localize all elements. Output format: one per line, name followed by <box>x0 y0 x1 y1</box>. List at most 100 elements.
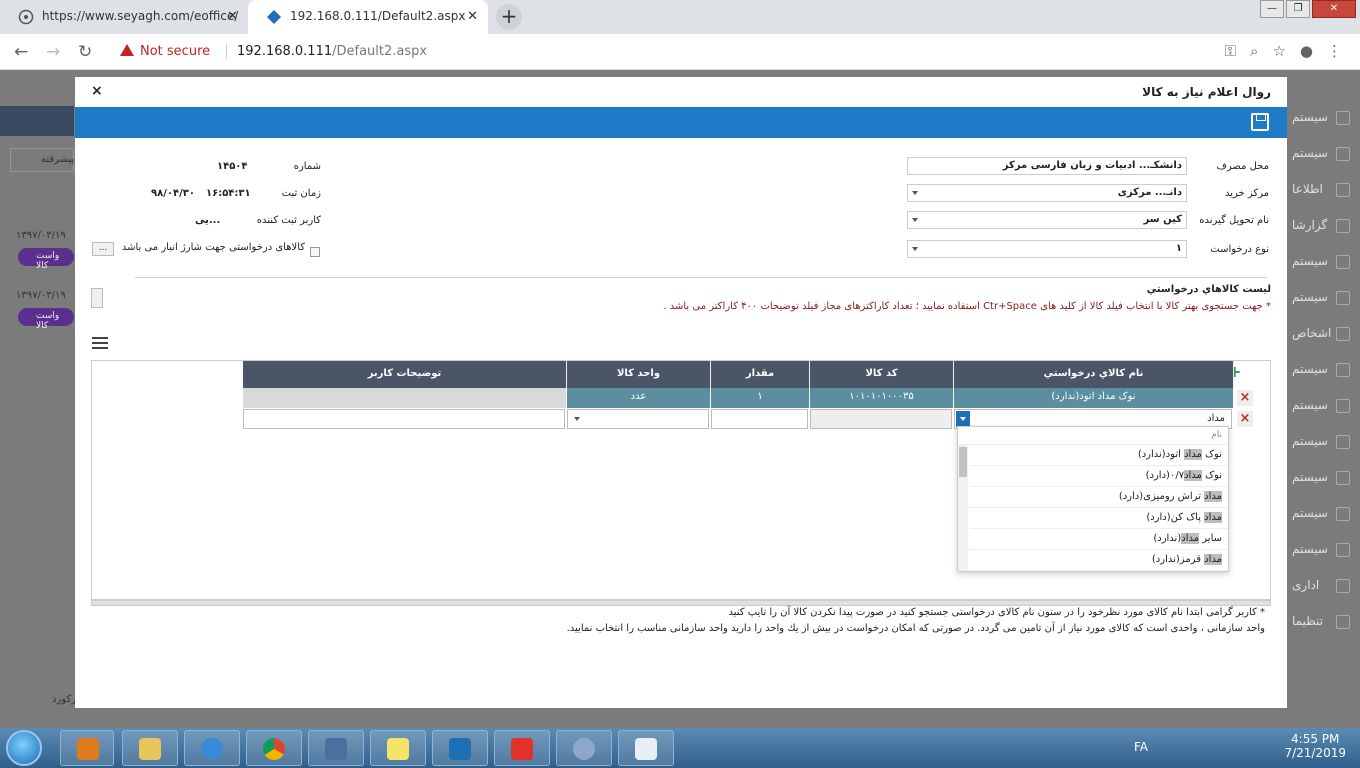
sidebar-item[interactable]: سیستم <box>1288 496 1360 532</box>
module-icon <box>1336 183 1350 197</box>
sidebar-item[interactable]: اطلاعا <box>1288 172 1360 208</box>
scroll-thumb[interactable] <box>959 447 967 477</box>
module-icon <box>1336 111 1350 125</box>
usage-field[interactable]: دانشکـ... ادبیات و زبان فارسی مرکز <box>907 157 1187 175</box>
time-date: ۹۸/۰۴/۳۰ <box>151 188 195 199</box>
clock-time: 4:55 PM <box>1291 732 1340 746</box>
column-header-unit[interactable]: واحد کالا <box>567 361 711 388</box>
back-icon[interactable]: ← <box>14 42 28 62</box>
forward-icon[interactable]: → <box>46 42 60 62</box>
advanced-search-button[interactable]: پیشرفته <box>10 148 74 172</box>
module-icon <box>1336 147 1350 161</box>
type-select[interactable]: ۱ <box>907 240 1187 258</box>
minimize-button[interactable]: — <box>1260 0 1284 18</box>
close-tab-icon[interactable]: ✕ <box>227 9 238 24</box>
row2-unit-select[interactable] <box>567 409 709 429</box>
grid-horizontal-scrollbar[interactable] <box>91 600 1271 606</box>
charge-checkbox[interactable] <box>310 247 320 257</box>
zoom-icon[interactable]: ⌕ <box>1250 42 1258 60</box>
sidebar-item[interactable]: گزارشا <box>1288 208 1360 244</box>
autocomplete-option[interactable]: مداد پاک کن(دارد) <box>970 508 1228 529</box>
profile-icon[interactable]: ● <box>1300 42 1313 60</box>
taskbar-notes[interactable] <box>370 730 426 766</box>
autocomplete-option[interactable]: نوک مداد۰/۷(دارد) <box>970 466 1228 487</box>
taskbar-window[interactable] <box>618 730 674 766</box>
taskbar-paint[interactable] <box>556 730 612 766</box>
footer-note-1: * کاربر گرامی ابتدا نام کالای مورد نظرخو… <box>728 607 1265 618</box>
dots-button[interactable]: ... <box>92 242 114 256</box>
row2-notes-input[interactable] <box>243 409 565 429</box>
omnibox[interactable]: Not secure 192.168.0.111/Default2.aspx <box>108 38 1288 66</box>
window-close-button[interactable]: ✕ <box>1312 0 1356 18</box>
autocomplete-option[interactable]: سایر مداد(ندارد) <box>970 529 1228 550</box>
sidebar-item[interactable]: اداری <box>1288 568 1360 604</box>
modal-close-button[interactable]: × <box>91 83 103 99</box>
save-icon[interactable] <box>1251 113 1269 131</box>
row1-unit[interactable]: عدد <box>567 388 711 408</box>
row1-notes[interactable] <box>243 388 567 408</box>
sidebar-item[interactable]: سیستم <box>1288 244 1360 280</box>
taskbar-ie[interactable] <box>184 730 240 766</box>
sidebar-item[interactable]: سیستم <box>1288 532 1360 568</box>
delete-row-icon[interactable]: × <box>1237 390 1253 406</box>
column-header-code[interactable]: کد کالا <box>810 361 954 388</box>
autocomplete-scrollbar[interactable] <box>958 445 968 571</box>
row1-code[interactable]: ۱۰۱۰۱۰۱۰۰۰۳۵ <box>810 388 954 408</box>
start-button[interactable] <box>6 730 42 766</box>
clock-date: 7/21/2019 <box>1284 746 1346 760</box>
autocomplete-option[interactable]: نوک مداد اتود(ندارد) <box>970 445 1228 466</box>
new-tab-button[interactable]: + <box>496 4 522 30</box>
module-icon <box>1336 291 1350 305</box>
sidebar-item[interactable]: سیستم <box>1288 280 1360 316</box>
column-header-item-name[interactable]: نام كالاي درخواستي <box>954 361 1234 388</box>
receiver-select[interactable]: کین سر <box>907 211 1187 229</box>
delete-row-icon[interactable]: × <box>1237 411 1253 427</box>
module-icon <box>1336 399 1350 413</box>
sidebar-item[interactable]: سیستم <box>1288 424 1360 460</box>
taskbar-remote[interactable] <box>308 730 364 766</box>
chevron-down-icon <box>912 191 918 195</box>
browser-tabbar: https://www.seyagh.com/eoffice/ ✕ 192.16… <box>0 0 1360 34</box>
sidebar-item[interactable]: تنظیما <box>1288 604 1360 640</box>
sidebar-item[interactable]: سیستم <box>1288 460 1360 496</box>
language-indicator[interactable]: FA <box>1134 740 1148 754</box>
sidebar-item[interactable]: سیستم <box>1288 100 1360 136</box>
sidebar-item[interactable]: اشخاص <box>1288 316 1360 352</box>
row1-item-name[interactable]: نوک مداد اتود(ندارد) <box>954 388 1234 408</box>
reload-icon[interactable]: ↻ <box>78 42 92 62</box>
item-dropdown-button[interactable] <box>956 411 970 427</box>
column-header-quantity[interactable]: مقدار <box>711 361 810 388</box>
side-toggle-button[interactable] <box>91 288 103 308</box>
row2-code-input <box>810 409 952 429</box>
row2-quantity-input[interactable] <box>711 409 808 429</box>
taskbar-app[interactable] <box>432 730 488 766</box>
time-clock: ۱۶:۵۴:۳۱ <box>206 188 251 199</box>
taskbar-media-player[interactable] <box>60 730 114 766</box>
autocomplete-option[interactable]: مداد قرمز(ندارد) <box>970 550 1228 571</box>
sidebar-item[interactable]: سیستم <box>1288 388 1360 424</box>
taskbar-chrome[interactable] <box>246 730 302 766</box>
column-header-notes[interactable]: توضیحات کاربر <box>243 361 567 388</box>
not-secure-indicator[interactable]: Not secure <box>120 44 210 59</box>
hamburger-menu-icon[interactable] <box>92 337 108 349</box>
list-date: ۱۳۹۷/۰۳/۱۹ <box>16 290 66 301</box>
taskbar-explorer[interactable] <box>122 730 178 766</box>
url-text[interactable]: 192.168.0.111/Default2.aspx <box>226 44 427 59</box>
clock[interactable]: 4:55 PM 7/21/2019 <box>1284 732 1346 760</box>
module-icon <box>1336 219 1350 233</box>
taskbar-anydesk[interactable] <box>494 730 550 766</box>
center-select[interactable]: دانـ... مرکزی <box>907 184 1187 202</box>
key-icon[interactable]: ⚿ <box>1225 42 1236 60</box>
autocomplete-option[interactable]: مداد تراش رومیزی(دارد) <box>970 487 1228 508</box>
sidebar-item[interactable]: سیستم <box>1288 352 1360 388</box>
browser-tab-1[interactable]: https://www.seyagh.com/eoffice/ ✕ <box>0 0 248 34</box>
menu-icon[interactable]: ⋮ <box>1327 42 1342 60</box>
browser-tab-2[interactable]: 192.168.0.111/Default2.aspx ✕ <box>248 0 488 34</box>
row1-quantity[interactable]: ۱ <box>711 388 810 408</box>
star-icon[interactable]: ☆ <box>1272 42 1285 60</box>
close-tab-icon[interactable]: ✕ <box>467 9 478 24</box>
right-sidebar: سیستم سیستم اطلاعا گزارشا سیستم سیستم اش… <box>1288 100 1360 660</box>
tab-title: 192.168.0.111/Default2.aspx <box>290 9 466 23</box>
maximize-button[interactable]: ❐ <box>1286 0 1310 18</box>
sidebar-item[interactable]: سیستم <box>1288 136 1360 172</box>
